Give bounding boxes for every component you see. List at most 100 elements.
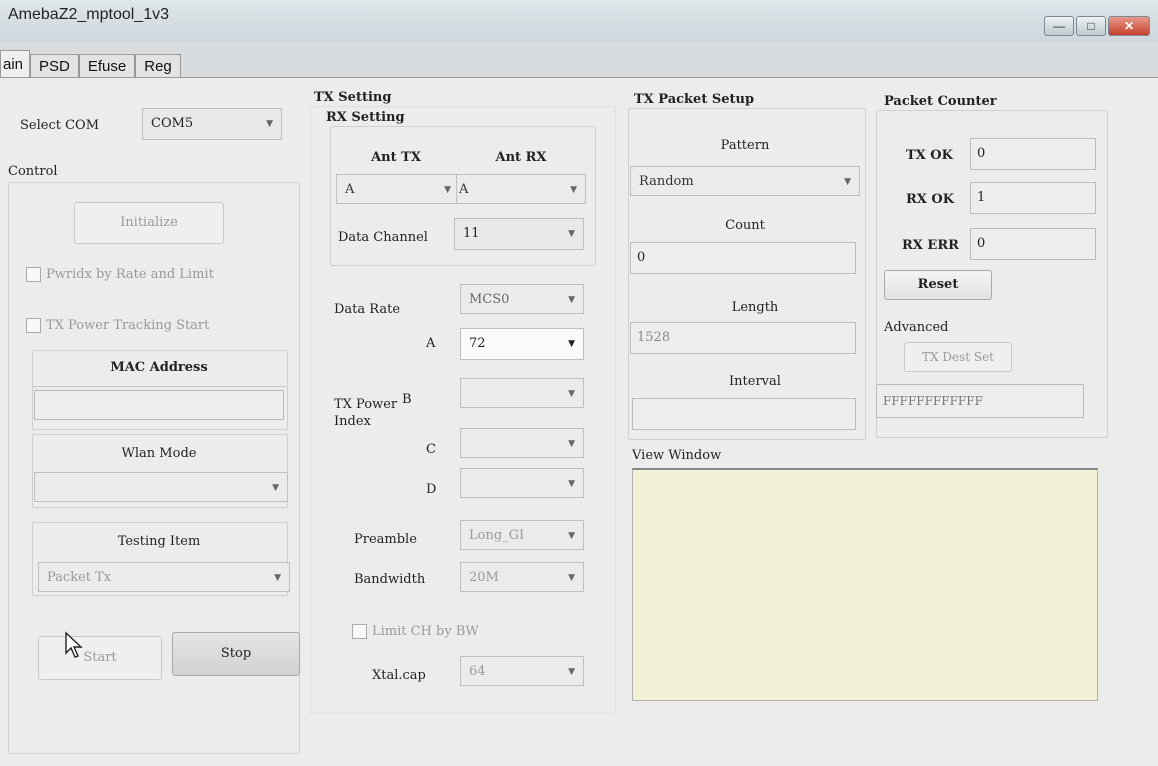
select-com-dropdown[interactable]: COM5 ▼ [142, 108, 282, 140]
chevron-down-icon: ▼ [568, 667, 575, 677]
chevron-down-icon: ▼ [568, 295, 575, 305]
packet-counter-title: Packet Counter [884, 94, 997, 109]
wlan-mode-dropdown[interactable]: ▼ [34, 472, 288, 502]
power-a-value: 72 [469, 336, 486, 351]
chevron-down-icon: ▼ [272, 483, 279, 493]
limit-ch-by-bw-checkbox[interactable]: Limit CH by BW [352, 624, 479, 639]
chevron-down-icon: ▼ [266, 119, 273, 129]
start-button[interactable]: Start [38, 636, 162, 680]
tx-packet-group [628, 108, 866, 440]
chevron-down-icon: ▼ [568, 573, 575, 583]
maximize-icon[interactable]: □ [1076, 16, 1106, 36]
ant-rx-value: A [459, 182, 469, 197]
tx-packet-setup-title: TX Packet Setup [634, 92, 755, 107]
length-label: Length [731, 300, 779, 315]
count-field[interactable]: 0 [630, 242, 856, 274]
bandwidth-value: 20M [469, 570, 499, 585]
view-window[interactable] [632, 468, 1098, 701]
window-title: AmebaZ2_mptool_1v3 [8, 6, 169, 23]
power-c-dropdown[interactable]: ▼ [460, 428, 584, 458]
reset-button[interactable]: Reset [884, 270, 992, 300]
stop-button[interactable]: Stop [172, 632, 300, 676]
mac-address-label: MAC Address [110, 360, 208, 375]
tx-ok-label: TX OK [906, 148, 953, 163]
rx-ok-field[interactable]: 1 [970, 182, 1096, 214]
interval-field[interactable] [632, 398, 856, 430]
tab-bar: ain PSD Efuse Reg [0, 50, 181, 79]
select-com-value: COM5 [151, 116, 194, 131]
testing-item-value: Packet Tx [47, 570, 112, 585]
power-d-dropdown[interactable]: ▼ [460, 468, 584, 498]
wlan-mode-label: Wlan Mode [121, 446, 197, 461]
power-b-label: B [402, 392, 412, 407]
advanced-label: Advanced [884, 320, 949, 335]
checkbox-icon [26, 267, 41, 282]
select-com-label: Select COM [20, 118, 100, 133]
data-rate-dropdown[interactable]: MCS0 ▼ [460, 284, 584, 314]
tx-ok-field[interactable]: 0 [970, 138, 1096, 170]
tx-power-tracking-label: TX Power Tracking Start [46, 318, 210, 333]
testing-item-dropdown[interactable]: Packet Tx ▼ [38, 562, 290, 592]
minimize-icon[interactable]: — [1044, 16, 1074, 36]
power-a-dropdown[interactable]: 72 ▼ [460, 328, 584, 360]
pattern-label: Pattern [720, 138, 770, 153]
count-label: Count [725, 218, 765, 233]
ant-rx-dropdown[interactable]: A ▼ [456, 174, 586, 204]
view-window-label: View Window [632, 448, 722, 463]
preamble-value: Long_GI [469, 528, 525, 543]
chevron-down-icon: ▼ [444, 185, 451, 195]
tx-power-tracking-checkbox[interactable]: TX Power Tracking Start [26, 318, 209, 333]
length-field[interactable]: 1528 [630, 322, 856, 354]
preamble-label: Preamble [354, 532, 417, 547]
checkbox-icon [352, 624, 367, 639]
data-channel-label: Data Channel [338, 230, 428, 245]
ant-tx-dropdown[interactable]: A ▼ [336, 174, 460, 204]
chevron-down-icon: ▼ [568, 229, 575, 239]
data-channel-value: 11 [463, 226, 480, 241]
power-d-label: D [426, 482, 437, 497]
tab-reg[interactable]: Reg [135, 54, 181, 79]
power-b-dropdown[interactable]: ▼ [460, 378, 584, 408]
close-icon[interactable]: ✕ [1108, 16, 1150, 36]
chevron-down-icon: ▼ [568, 531, 575, 541]
pattern-value: Random [639, 174, 694, 189]
ant-tx-value: A [345, 182, 355, 197]
pwridx-checkbox[interactable]: Pwridx by Rate and Limit [26, 267, 214, 282]
power-c-label: C [426, 442, 436, 457]
chevron-down-icon: ▼ [844, 177, 851, 187]
tx-dest-field[interactable]: FFFFFFFFFFFF [876, 384, 1084, 418]
chevron-down-icon: ▼ [570, 185, 577, 195]
title-bar: AmebaZ2_mptool_1v3 — □ ✕ [0, 0, 1158, 42]
divider [32, 386, 286, 387]
pattern-dropdown[interactable]: Random ▼ [630, 166, 860, 196]
tx-setting-title: TX Setting [314, 90, 392, 105]
interval-label: Interval [729, 374, 781, 389]
ant-rx-label: Ant RX [495, 150, 547, 165]
bandwidth-dropdown[interactable]: 20M ▼ [460, 562, 584, 592]
chevron-down-icon: ▼ [568, 389, 575, 399]
limit-ch-label: Limit CH by BW [372, 624, 479, 639]
pwridx-label: Pwridx by Rate and Limit [46, 267, 214, 282]
checkbox-icon [26, 318, 41, 333]
chevron-down-icon: ▼ [568, 479, 575, 489]
xtalcap-label: Xtal.cap [372, 668, 426, 683]
initialize-button[interactable]: Initialize [74, 202, 224, 244]
mac-address-field[interactable] [34, 390, 284, 420]
data-rate-value: MCS0 [469, 292, 510, 307]
rx-err-label: RX ERR [902, 238, 959, 253]
tx-power-index-label: TX Power Index [334, 397, 398, 429]
preamble-dropdown[interactable]: Long_GI ▼ [460, 520, 584, 550]
bandwidth-label: Bandwidth [354, 572, 426, 587]
tx-dest-set-button[interactable]: TX Dest Set [904, 342, 1012, 372]
tab-efuse[interactable]: Efuse [78, 54, 136, 79]
testing-item-label: Testing Item [117, 534, 201, 549]
rx-err-field[interactable]: 0 [970, 228, 1096, 260]
data-rate-label: Data Rate [334, 302, 401, 317]
data-channel-dropdown[interactable]: 11 ▼ [454, 218, 584, 250]
chevron-down-icon: ▼ [568, 339, 575, 349]
tab-main[interactable]: ain [0, 50, 31, 79]
rx-setting-title: RX Setting [326, 110, 405, 125]
window-controls: — □ ✕ [1042, 16, 1150, 36]
xtalcap-dropdown[interactable]: 64 ▼ [460, 656, 584, 686]
tab-psd[interactable]: PSD [30, 54, 79, 79]
